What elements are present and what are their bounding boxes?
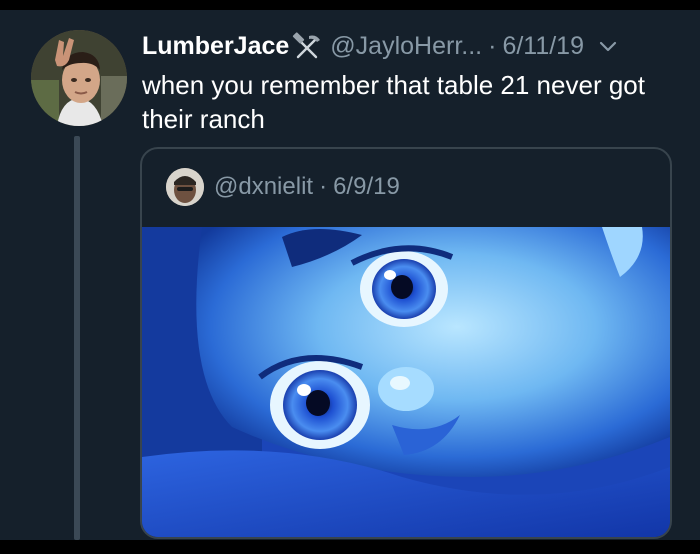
wide-eyed-cartoon-character-image[interactable] xyxy=(142,227,670,537)
quoted-media-illustration xyxy=(142,227,670,537)
quoted-avatar-photo xyxy=(166,168,204,206)
hammer-and-pick-icon xyxy=(292,32,322,60)
tweet-date[interactable]: 6/11/19 xyxy=(502,32,584,61)
quoted-tweet-header: @dxnielit · 6/9/19 xyxy=(166,167,400,207)
quoted-user-handle[interactable]: @dxnielit xyxy=(214,173,313,201)
tweet-header: LumberJace @JayloHerr... · 6/11/19 xyxy=(142,28,618,64)
separator-dot: · xyxy=(488,31,497,60)
quoted-tweet-card[interactable]: @dxnielit · 6/9/19 xyxy=(140,147,672,539)
user-avatar[interactable] xyxy=(31,30,127,126)
tweet-text: when you remember that table 21 never go… xyxy=(142,70,645,134)
quoted-tweet-date[interactable]: 6/9/19 xyxy=(333,173,400,201)
user-handle[interactable]: @JayloHerr... xyxy=(330,32,482,61)
chevron-down-icon[interactable] xyxy=(598,36,618,56)
display-name[interactable]: LumberJace xyxy=(142,32,289,61)
quoted-user-avatar[interactable] xyxy=(166,168,204,206)
quoted-separator-dot: · xyxy=(319,173,328,200)
thread-line xyxy=(74,136,80,540)
tweet-frame: LumberJace @JayloHerr... · 6/11/19 when … xyxy=(0,10,700,540)
avatar-photo xyxy=(31,30,127,126)
